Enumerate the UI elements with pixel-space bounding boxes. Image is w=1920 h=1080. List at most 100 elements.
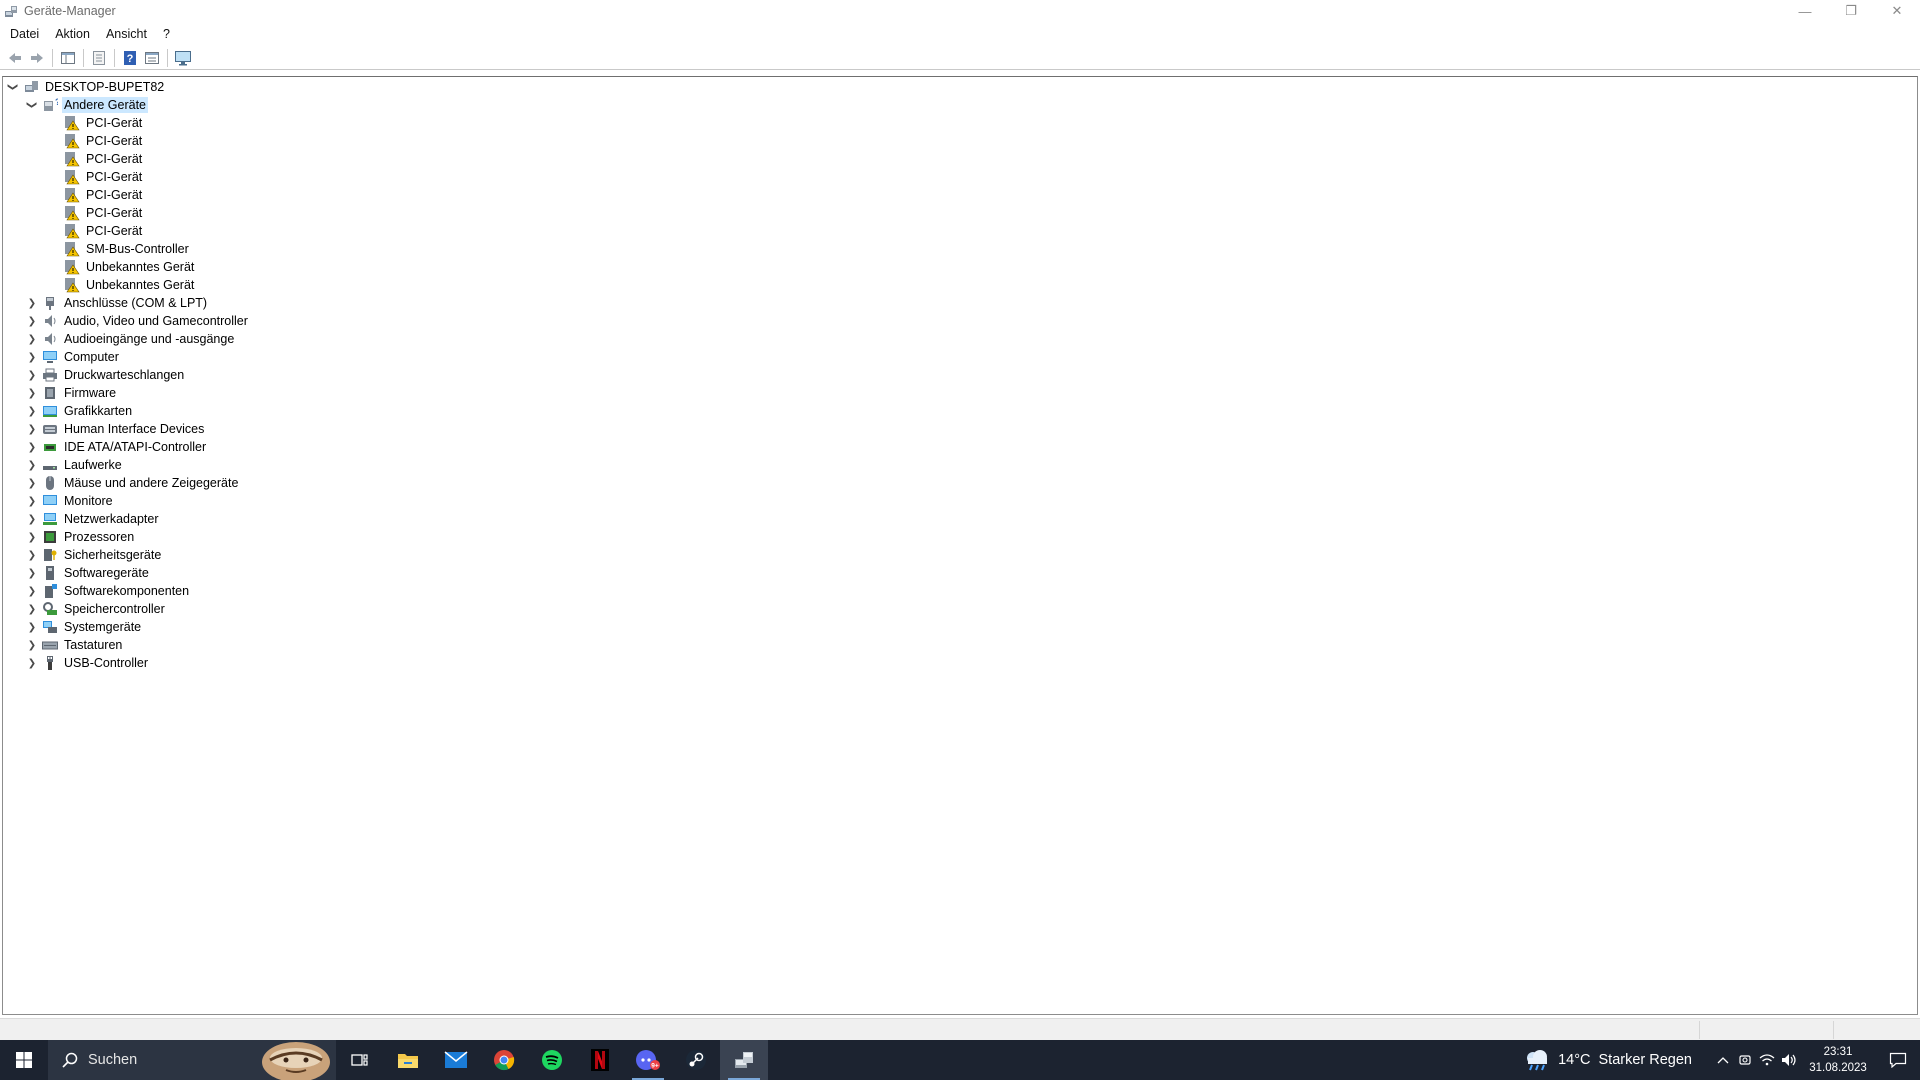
tree-device-item[interactable]: SM-Bus-Controller — [64, 240, 191, 258]
chevron-right-icon[interactable]: ❯ — [26, 294, 38, 312]
close-button[interactable]: ✕ — [1874, 0, 1920, 22]
menu-aktion[interactable]: Aktion — [49, 27, 96, 41]
menu-help[interactable]: ? — [157, 27, 176, 41]
chevron-right-icon[interactable]: ❯ — [26, 528, 38, 546]
chevron-right-icon[interactable]: ❯ — [26, 330, 38, 348]
taskbar-clock[interactable]: 23:31 31.08.2023 — [1800, 1044, 1876, 1076]
chevron-down-icon[interactable]: ❯ — [23, 99, 41, 111]
tree-category-tastaturen[interactable]: ❯ Tastaturen — [26, 636, 124, 654]
tree-category-audio-video[interactable]: ❯ Audio, Video und Gamecontroller — [26, 312, 250, 330]
notification-icon — [1889, 1052, 1907, 1068]
taskbar-search[interactable]: Suchen — [48, 1040, 336, 1080]
chevron-right-icon[interactable]: ❯ — [26, 510, 38, 528]
taskbar-app-spotify[interactable] — [528, 1040, 576, 1080]
chevron-right-icon[interactable]: ❯ — [26, 546, 38, 564]
tree-device-item[interactable]: PCI-Gerät — [64, 150, 144, 168]
chevron-right-icon[interactable]: ❯ — [26, 636, 38, 654]
tree-category-monitore[interactable]: ❯ Monitore — [26, 492, 115, 510]
chevron-right-icon[interactable]: ❯ — [26, 582, 38, 600]
file-explorer-icon — [398, 1054, 418, 1068]
properties-button[interactable] — [88, 47, 110, 69]
tree-category-computer[interactable]: ❯ Computer — [26, 348, 121, 366]
network-button[interactable] — [1756, 1040, 1778, 1080]
help-button[interactable]: ? — [119, 47, 141, 69]
tree-device-item[interactable]: Unbekanntes Gerät — [64, 258, 196, 276]
tree-device-item[interactable]: Unbekanntes Gerät — [64, 276, 196, 294]
back-button[interactable] — [4, 47, 26, 69]
volume-button[interactable] — [1778, 1040, 1800, 1080]
svg-text:?: ? — [55, 97, 58, 107]
chevron-right-icon[interactable]: ❯ — [26, 312, 38, 330]
tree-category-anschluesse[interactable]: ❯ Anschlüsse (COM & LPT) — [26, 294, 209, 312]
tree-category-softwaregeraete[interactable]: ❯ Softwaregeräte — [26, 564, 151, 582]
tree-category-druckwarteschlangen[interactable]: ❯ Druckwarteschlangen — [26, 366, 186, 384]
taskbar-app-file-explorer[interactable] — [384, 1040, 432, 1080]
tree-device-label: Unbekanntes Gerät — [86, 278, 195, 292]
details-view-button[interactable] — [141, 47, 163, 69]
forward-button[interactable] — [26, 47, 48, 69]
warning-device-icon — [65, 224, 80, 239]
show-hidden-icons-button[interactable] — [1712, 1040, 1734, 1080]
taskbar-app-mail[interactable] — [432, 1040, 480, 1080]
minimize-button[interactable]: — — [1782, 0, 1828, 22]
chevron-right-icon[interactable]: ❯ — [26, 618, 38, 636]
meet-now-button[interactable] — [1734, 1040, 1756, 1080]
notification-center-button[interactable] — [1876, 1040, 1920, 1080]
tree-category-laufwerke[interactable]: ❯ Laufwerke — [26, 456, 124, 474]
tree-category-speichercontroller[interactable]: ❯ Speichercontroller — [26, 600, 167, 618]
tree-category-systemgeraete[interactable]: ❯ Systemgeräte — [26, 618, 143, 636]
tree-category-maeuse[interactable]: ❯ Mäuse und andere Zeigegeräte — [26, 474, 240, 492]
speaker-icon — [45, 315, 56, 327]
chevron-right-icon[interactable]: ❯ — [26, 366, 38, 384]
taskbar-app-steam[interactable] — [672, 1040, 720, 1080]
tree-category-usb-controller[interactable]: ❯ USB-Controller — [26, 654, 150, 672]
taskbar-app-netflix[interactable] — [576, 1040, 624, 1080]
chevron-right-icon[interactable]: ❯ — [26, 600, 38, 618]
chevron-right-icon[interactable]: ❯ — [26, 456, 38, 474]
chevron-right-icon[interactable]: ❯ — [26, 564, 38, 582]
tree-category-hid[interactable]: ❯ Human Interface Devices — [26, 420, 206, 438]
display-adapter-icon — [43, 406, 57, 417]
tree-device-item[interactable]: PCI-Gerät — [64, 168, 144, 186]
tree-category-softwarekomponenten[interactable]: ❯ Softwarekomponenten — [26, 582, 191, 600]
spotify-icon — [542, 1050, 562, 1070]
status-divider — [1833, 1021, 1834, 1039]
weather-widget[interactable]: 14°C Starker Regen — [1524, 1049, 1692, 1071]
scan-hardware-button[interactable] — [172, 47, 194, 69]
tree-category-grafikkarten[interactable]: ❯ Grafikkarten — [26, 402, 134, 420]
show-hide-tree-button[interactable] — [57, 47, 79, 69]
tree-category-firmware[interactable]: ❯ Firmware — [26, 384, 118, 402]
chevron-right-icon[interactable]: ❯ — [26, 384, 38, 402]
tree-category-prozessoren[interactable]: ❯ Prozessoren — [26, 528, 136, 546]
chevron-down-icon[interactable]: ❯ — [4, 81, 22, 93]
tree-category-ide-ata[interactable]: ❯ IDE ATA/ATAPI-Controller — [26, 438, 208, 456]
processor-icon — [44, 531, 56, 543]
drive-icon — [43, 466, 57, 470]
taskbar-app-discord[interactable]: 9+ — [624, 1040, 672, 1080]
task-view-button[interactable] — [336, 1040, 384, 1080]
chevron-right-icon[interactable]: ❯ — [26, 474, 38, 492]
taskbar-app-chrome[interactable] — [480, 1040, 528, 1080]
tree-category-andere-geraete[interactable]: ❯ ? Andere Geräte — [26, 96, 148, 114]
menu-datei[interactable]: Datei — [4, 27, 45, 41]
taskbar-app-device-manager[interactable] — [720, 1040, 768, 1080]
tree-root[interactable]: ❯ DESKTOP-BUPET82 — [7, 78, 166, 96]
chevron-right-icon[interactable]: ❯ — [26, 420, 38, 438]
start-button[interactable] — [0, 1040, 48, 1080]
warning-device-icon — [65, 170, 80, 185]
tree-device-item[interactable]: PCI-Gerät — [64, 114, 144, 132]
chevron-right-icon[interactable]: ❯ — [26, 492, 38, 510]
tree-device-item[interactable]: PCI-Gerät — [64, 204, 144, 222]
tree-category-audioeingaenge[interactable]: ❯ Audioeingänge und -ausgänge — [26, 330, 236, 348]
chevron-right-icon[interactable]: ❯ — [26, 438, 38, 456]
tree-category-netzwerkadapter[interactable]: ❯ Netzwerkadapter — [26, 510, 161, 528]
menu-ansicht[interactable]: Ansicht — [100, 27, 153, 41]
tree-device-item[interactable]: PCI-Gerät — [64, 222, 144, 240]
restore-button[interactable]: ❐ — [1828, 0, 1874, 22]
chevron-right-icon[interactable]: ❯ — [26, 348, 38, 366]
chevron-right-icon[interactable]: ❯ — [26, 654, 38, 672]
tree-device-item[interactable]: PCI-Gerät — [64, 186, 144, 204]
chevron-right-icon[interactable]: ❯ — [26, 402, 38, 420]
tree-category-sicherheitsgeraete[interactable]: ❯ Sicherheitsgeräte — [26, 546, 163, 564]
tree-device-item[interactable]: PCI-Gerät — [64, 132, 144, 150]
